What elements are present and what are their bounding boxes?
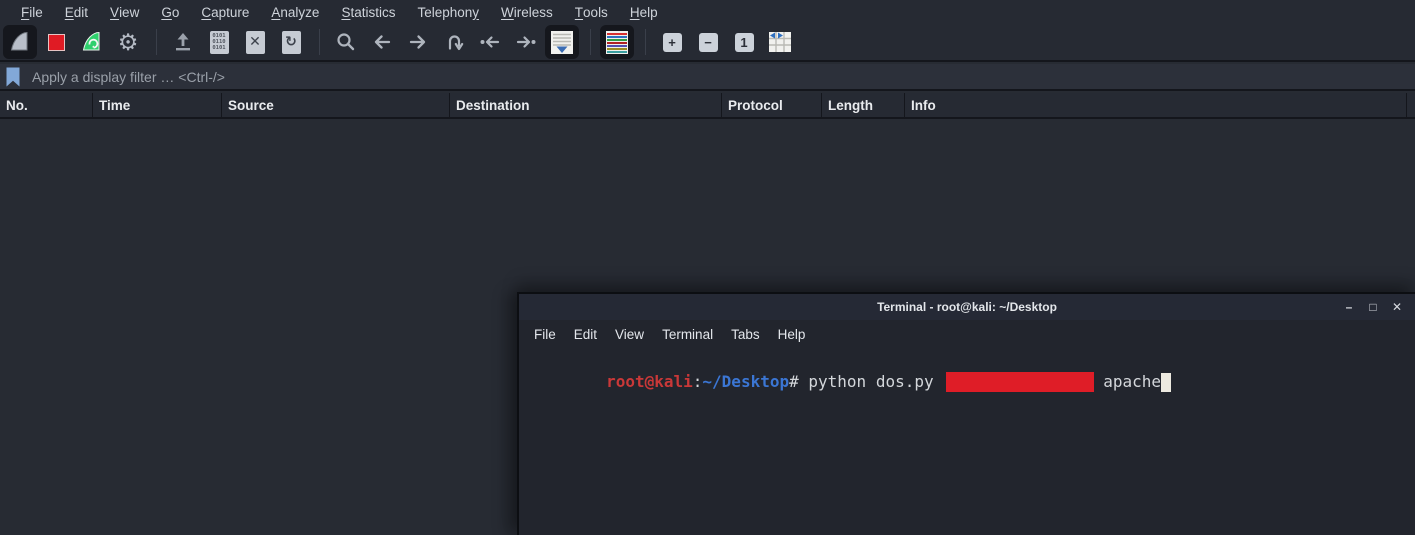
go-forward-button[interactable] — [401, 25, 435, 59]
menu-help[interactable]: Help — [619, 0, 669, 24]
toolbar-separator — [645, 29, 646, 55]
bookmark-icon[interactable] — [4, 66, 22, 88]
gear-icon: ⚙ — [117, 28, 139, 55]
minimize-icon[interactable]: – — [1337, 294, 1361, 320]
column-header-length[interactable]: Length — [822, 93, 905, 117]
jump-arrow-icon — [442, 30, 466, 54]
column-header-destination[interactable]: Destination — [450, 93, 722, 117]
reload-capture-button[interactable]: ↻ — [274, 25, 308, 59]
menu-capture[interactable]: Capture — [190, 0, 260, 24]
find-packet-button[interactable] — [329, 25, 363, 59]
capture-options-button[interactable]: ⚙ — [111, 25, 145, 59]
terminal-menu-file[interactable]: File — [525, 320, 565, 348]
column-header-source[interactable]: Source — [222, 93, 450, 117]
zoom-in-button[interactable]: + — [655, 25, 689, 59]
arrow-right-icon — [406, 30, 430, 54]
display-filter-input[interactable] — [22, 64, 1415, 89]
resize-columns-button[interactable] — [763, 25, 797, 59]
terminal-menu-help[interactable]: Help — [769, 320, 815, 348]
zoom-out-icon: − — [698, 32, 718, 52]
desktop: File Edit View Go Capture Analyze Statis… — [0, 0, 1415, 535]
normal-size-icon: 1 — [734, 32, 754, 52]
restart-capture-button[interactable] — [75, 25, 109, 59]
display-filter-bar — [0, 64, 1415, 91]
zoom-out-button[interactable]: − — [691, 25, 725, 59]
menu-statistics[interactable]: Statistics — [330, 0, 406, 24]
start-capture-button[interactable] — [3, 25, 37, 59]
menu-tools[interactable]: Tools — [564, 0, 619, 24]
terminal-menu-tabs[interactable]: Tabs — [722, 320, 769, 348]
terminal-body[interactable]: root@kali:~/Desktop# python dos.py apach… — [519, 348, 1415, 535]
resize-columns-icon — [767, 30, 793, 54]
terminal-menu-terminal[interactable]: Terminal — [653, 320, 722, 348]
menu-go[interactable]: Go — [150, 0, 190, 24]
binary-file-icon: 0101 0110 0101 — [209, 30, 229, 54]
open-arrow-icon — [171, 30, 195, 54]
search-icon — [334, 30, 358, 54]
toolbar-separator — [319, 29, 320, 55]
wireshark-toolbar: ⚙ 0101 0110 0101 ✕ ↻ + − 1 — [0, 24, 1415, 62]
go-back-button[interactable] — [365, 25, 399, 59]
stop-icon — [47, 33, 65, 51]
menu-analyze[interactable]: Analyze — [260, 0, 330, 24]
auto-scroll-button[interactable] — [545, 25, 579, 59]
prompt-line: root@kali:~/Desktop# python dos.py apach… — [529, 352, 1415, 412]
prompt-symbol: # — [789, 372, 799, 391]
packet-list-header: No. Time Source Destination Protocol Len… — [0, 93, 1415, 119]
terminal-window: Terminal - root@kali: ~/Desktop – □ ✕ Fi… — [517, 292, 1415, 535]
column-header-info[interactable]: Info — [905, 93, 1407, 117]
terminal-titlebar[interactable]: Terminal - root@kali: ~/Desktop – □ ✕ — [519, 294, 1415, 320]
last-packet-button[interactable] — [509, 25, 543, 59]
terminal-window-controls: – □ ✕ — [1337, 294, 1409, 320]
toolbar-separator — [156, 29, 157, 55]
go-to-packet-button[interactable] — [437, 25, 471, 59]
reload-file-icon: ↻ — [281, 30, 301, 54]
auto-scroll-icon — [550, 30, 574, 55]
close-file-icon: ✕ — [245, 30, 265, 54]
terminal-menu-view[interactable]: View — [606, 320, 653, 348]
arrow-left-icon — [370, 30, 394, 54]
stop-capture-button[interactable] — [39, 25, 73, 59]
redacted-argument-box — [945, 372, 1094, 392]
zoom-in-icon: + — [662, 32, 682, 52]
close-icon[interactable]: ✕ — [1385, 294, 1409, 320]
menu-file[interactable]: File — [10, 0, 54, 24]
prompt-suffix: apache — [1093, 372, 1162, 391]
prompt-user: root@kali — [606, 372, 693, 391]
prompt-path: ~/Desktop — [702, 372, 790, 391]
colorize-icon — [605, 30, 629, 55]
arrow-to-end-icon — [514, 30, 538, 54]
colorize-button[interactable] — [600, 25, 634, 59]
maximize-icon[interactable]: □ — [1361, 294, 1385, 320]
column-header-protocol[interactable]: Protocol — [722, 93, 822, 117]
open-capture-button[interactable] — [166, 25, 200, 59]
menu-wireless[interactable]: Wireless — [490, 0, 564, 24]
normal-size-button[interactable]: 1 — [727, 25, 761, 59]
shark-fin-icon — [7, 30, 33, 54]
menu-edit[interactable]: Edit — [54, 0, 99, 24]
save-capture-button[interactable]: 0101 0110 0101 — [202, 25, 236, 59]
column-header-filler — [1407, 93, 1415, 117]
terminal-title: Terminal - root@kali: ~/Desktop — [877, 300, 1057, 314]
menu-telephony[interactable]: Telephon y — [406, 0, 490, 24]
column-header-time[interactable]: Time — [93, 93, 222, 117]
toolbar-separator — [590, 29, 591, 55]
terminal-menu-edit[interactable]: Edit — [565, 320, 606, 348]
terminal-menubar: File Edit View Terminal Tabs Help — [519, 320, 1415, 348]
restart-shark-fin-icon — [79, 30, 105, 54]
first-packet-button[interactable] — [473, 25, 507, 59]
prompt-command: python dos.py — [798, 372, 934, 391]
terminal-cursor — [1161, 373, 1172, 392]
prompt-separator: : — [692, 372, 703, 391]
arrow-to-start-icon — [478, 30, 502, 54]
close-capture-button[interactable]: ✕ — [238, 25, 272, 59]
column-header-no[interactable]: No. — [0, 93, 93, 117]
wireshark-menubar: File Edit View Go Capture Analyze Statis… — [0, 0, 1415, 24]
menu-view[interactable]: View — [99, 0, 150, 24]
